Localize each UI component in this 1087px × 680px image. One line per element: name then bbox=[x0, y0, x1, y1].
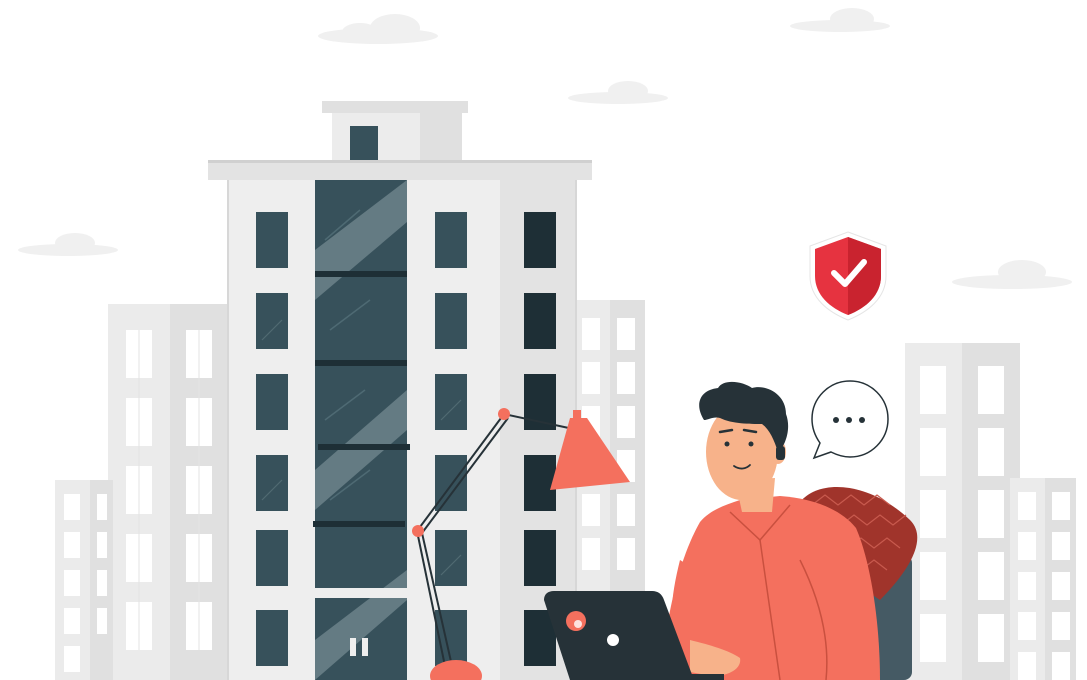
building-icon bbox=[108, 304, 228, 680]
cloud-icon bbox=[568, 81, 668, 104]
cloud-icon bbox=[952, 260, 1072, 289]
building-icon bbox=[905, 343, 1020, 680]
office-illustration bbox=[18, 8, 1076, 680]
shield-check-icon bbox=[809, 231, 887, 321]
cloud-icon bbox=[18, 233, 118, 256]
main-building bbox=[208, 101, 592, 680]
building-icon bbox=[55, 480, 113, 680]
building-icon bbox=[1010, 478, 1076, 680]
speech-bubble-icon bbox=[811, 380, 889, 460]
cloud-icon bbox=[318, 14, 438, 44]
cloud-icon bbox=[790, 8, 890, 32]
